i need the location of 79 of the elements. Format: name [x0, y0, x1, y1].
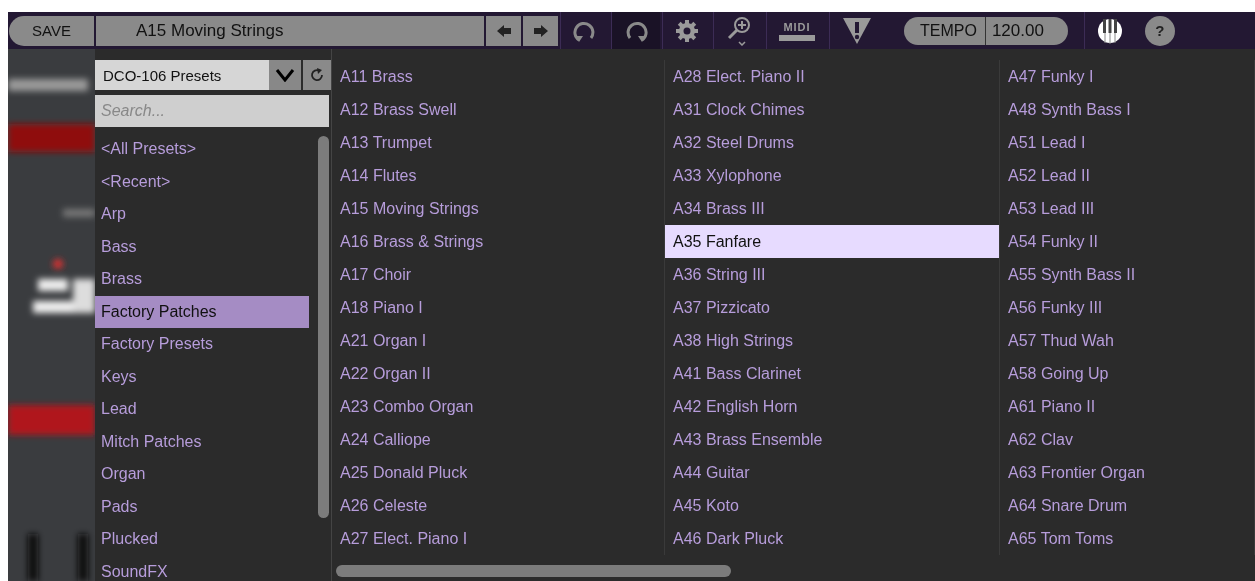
category-item[interactable]: Keys	[95, 360, 309, 393]
redo-button[interactable]	[611, 12, 660, 49]
preset-item[interactable]: A25 Donald Pluck	[332, 456, 665, 489]
category-item[interactable]: Pads	[95, 490, 309, 523]
preset-item[interactable]: A23 Combo Organ	[332, 390, 665, 423]
category-item[interactable]: Mitch Patches	[95, 425, 309, 458]
preset-item[interactable]: A26 Celeste	[332, 489, 665, 522]
preset-item[interactable]: A44 Guitar	[665, 456, 1000, 489]
preset-item[interactable]: A33 Xylophone	[665, 159, 1000, 192]
category-item[interactable]: <All Presets>	[95, 133, 309, 166]
category-item[interactable]: Lead	[95, 393, 309, 426]
preset-item[interactable]: A53 Lead III	[1000, 192, 1255, 225]
preset-item[interactable]: A24 Calliope	[332, 423, 665, 456]
preset-item[interactable]: A22 Organ II	[332, 357, 665, 390]
preset-item[interactable]: A55 Synth Bass II	[1000, 258, 1255, 291]
piano-keys-icon	[1096, 17, 1123, 44]
preset-item[interactable]: A65 Tom Toms	[1000, 522, 1255, 555]
preset-item[interactable]: A31 Clock Chimes	[665, 93, 1000, 126]
preset-item[interactable]: A56 Funky III	[1000, 291, 1255, 324]
save-button[interactable]: SAVE	[9, 15, 94, 46]
settings-icon	[675, 18, 699, 43]
category-item[interactable]: Plucked	[95, 523, 309, 556]
preset-item[interactable]: A52 Lead II	[1000, 159, 1255, 192]
preset-item[interactable]: A58 Going Up	[1000, 357, 1255, 390]
preset-item[interactable]: A13 Trumpet	[332, 126, 665, 159]
preset-item[interactable]: A14 Flutes	[332, 159, 665, 192]
preset-item[interactable]: A62 Clav	[1000, 423, 1255, 456]
preset-item[interactable]: A17 Choir	[332, 258, 665, 291]
preset-item[interactable]: A51 Lead I	[1000, 126, 1255, 159]
previous-button[interactable]	[486, 15, 521, 46]
warning-icon	[842, 16, 872, 45]
category-item[interactable]: Factory Patches	[95, 295, 309, 328]
category-item[interactable]: SoundFX	[95, 555, 309, 581]
category-item[interactable]: Factory Presets	[95, 328, 309, 361]
preset-item[interactable]: A21 Organ I	[332, 324, 665, 357]
category-item[interactable]: Arp	[95, 198, 309, 231]
arrow-right-icon	[532, 23, 549, 38]
help-button[interactable]: ?	[1144, 15, 1175, 46]
preset-item[interactable]: A63 Frontier Organ	[1000, 456, 1255, 489]
preset-item[interactable]: A27 Elect. Piano I	[332, 522, 665, 555]
preset-item[interactable]: A28 Elect. Piano II	[665, 60, 1000, 93]
chevron-down-icon	[269, 60, 301, 90]
scrollbar[interactable]	[336, 565, 731, 577]
refresh-button[interactable]	[303, 60, 331, 90]
preset-item[interactable]: A41 Bass Clarinet	[665, 357, 1000, 390]
preset-item[interactable]: A18 Piano I	[332, 291, 665, 324]
preset-item[interactable]: A46 Dark Pluck	[665, 522, 1000, 555]
category-item[interactable]: Brass	[95, 263, 309, 296]
scrollbar[interactable]	[318, 136, 329, 518]
preset-item[interactable]: A15 Moving Strings	[332, 192, 665, 225]
preset-item[interactable]: A38 High Strings	[665, 324, 1000, 357]
zoom-in-icon	[726, 15, 752, 46]
next-button[interactable]	[523, 15, 558, 46]
bank-dropdown[interactable]: DCO-106 Presets	[95, 60, 301, 90]
preset-name-field[interactable]: A15 Moving Strings	[96, 15, 484, 46]
arrow-left-icon	[495, 23, 512, 38]
preset-item[interactable]: A42 English Horn	[665, 390, 1000, 423]
search-field[interactable]: Search...	[95, 95, 329, 127]
preset-item[interactable]: A54 Funky II	[1000, 225, 1255, 258]
preset-item[interactable]: A32 Steel Drums	[665, 126, 1000, 159]
tempo-control[interactable]: TEMPO 120.00	[904, 16, 1068, 45]
preset-item[interactable]: A35 Fanfare	[665, 225, 1000, 258]
preset-item[interactable]: A12 Brass Swell	[332, 93, 665, 126]
refresh-icon	[309, 67, 325, 83]
tempo-value[interactable]: 120.00	[985, 20, 1068, 41]
preset-item[interactable]: A48 Synth Bass I	[1000, 93, 1255, 126]
category-item[interactable]: Bass	[95, 230, 309, 263]
preset-item[interactable]: A36 String III	[665, 258, 1000, 291]
preset-item[interactable]: A45 Koto	[665, 489, 1000, 522]
category-item[interactable]: <Recent>	[95, 165, 309, 198]
preset-item[interactable]: A11 Brass	[332, 60, 665, 93]
preset-item[interactable]: A47 Funky I	[1000, 60, 1255, 93]
preset-item[interactable]: A37 Pizzicato	[665, 291, 1000, 324]
tempo-label: TEMPO	[904, 16, 986, 45]
preset-item[interactable]: A43 Brass Ensemble	[665, 423, 1000, 456]
preset-item[interactable]: A57 Thud Wah	[1000, 324, 1255, 357]
category-item[interactable]: Organ	[95, 458, 309, 491]
preset-item[interactable]: A64 Snare Drum	[1000, 489, 1255, 522]
preset-item[interactable]: A61 Piano II	[1000, 390, 1255, 423]
